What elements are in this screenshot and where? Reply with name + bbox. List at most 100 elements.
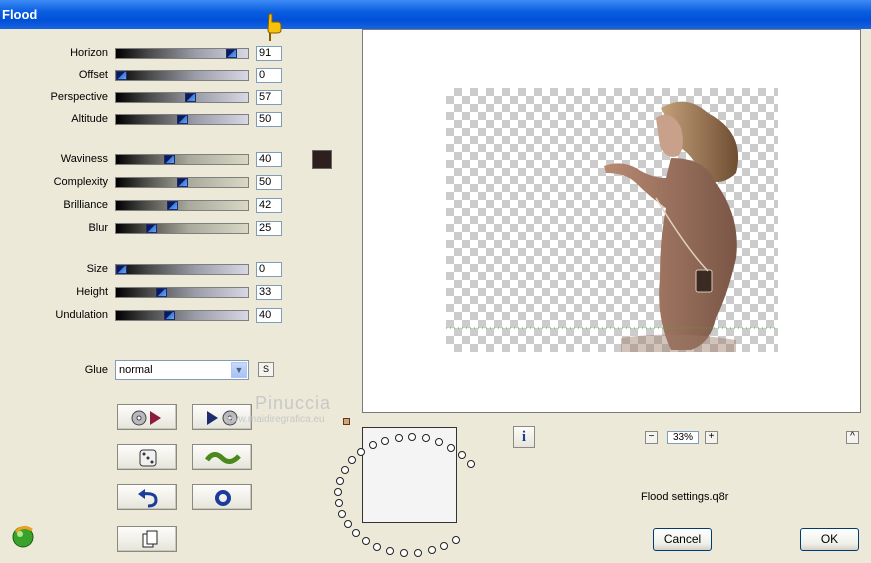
window-title: Flood [2,7,38,22]
ring-dot[interactable] [452,536,460,544]
waviness-label: Waviness [60,153,108,165]
ring-dot[interactable] [341,466,349,474]
ring-dot[interactable] [336,477,344,485]
ring-dot[interactable] [440,542,448,550]
settings-filename: Flood settings.q8r [641,491,729,503]
chevron-down-icon[interactable]: ▼ [231,362,247,378]
brilliance-value-field[interactable]: 42 [256,198,282,213]
perspective-slider-thumb[interactable] [185,93,196,102]
randomize-button[interactable] [117,444,177,470]
wave-button[interactable] [192,444,252,470]
zoom-level[interactable]: 33% [667,431,699,444]
complexity-slider[interactable] [115,177,249,188]
ring-dot[interactable] [422,434,430,442]
reset-button[interactable] [192,484,252,510]
undulation-value-field[interactable]: 40 [256,308,282,323]
undulation-label: Undulation [55,309,108,321]
waviness-slider-thumb[interactable] [164,155,175,164]
copy-pages-icon [142,530,158,548]
height-label: Height [76,286,108,298]
brilliance-slider-thumb[interactable] [167,201,178,210]
preview-figure [446,101,778,352]
altitude-slider[interactable] [115,114,249,125]
size-slider[interactable] [115,264,249,275]
ring-dot[interactable] [369,441,377,449]
height-slider[interactable] [115,287,249,298]
horizon-slider[interactable] [115,48,249,59]
undo-button[interactable] [117,484,177,510]
ring-dot[interactable] [467,460,475,468]
blur-slider-thumb[interactable] [146,224,157,233]
offset-slider-thumb[interactable] [116,71,127,80]
app-logo-icon [12,525,34,548]
cancel-button[interactable]: Cancel [653,528,712,551]
waviness-slider[interactable] [115,154,249,165]
blur-slider[interactable] [115,223,249,234]
ring-dot[interactable] [352,529,360,537]
ring-dot[interactable] [335,499,343,507]
watermark-name: Pinuccia [255,393,332,413]
altitude-label: Altitude [71,113,108,125]
copy-button[interactable] [117,526,177,552]
blur-label: Blur [88,222,108,234]
brilliance-label: Brilliance [63,199,108,211]
ring-dot[interactable] [400,549,408,557]
ok-button[interactable]: OK [800,528,859,551]
ring-dot[interactable] [395,434,403,442]
ring-dot[interactable] [381,437,389,445]
ring-dot[interactable] [357,448,365,456]
brilliance-slider[interactable] [115,200,249,211]
ring-dot[interactable] [414,549,422,557]
zoom-in-button[interactable]: + [705,431,718,444]
ring-dot[interactable] [362,537,370,545]
collapse-up-button[interactable]: ^ [846,431,859,444]
ring-dot[interactable] [447,444,455,452]
wave-color-swatch[interactable] [312,150,332,169]
offset-slider[interactable] [115,70,249,81]
ring-dot[interactable] [408,433,416,441]
perspective-value-field[interactable]: 57 [256,90,282,105]
undulation-slider[interactable] [115,310,249,321]
altitude-slider-thumb[interactable] [177,115,188,124]
title-bar[interactable]: Flood [0,0,871,29]
ring-dot[interactable] [435,438,443,446]
altitude-value-field[interactable]: 50 [256,112,282,127]
ring-dot[interactable] [344,520,352,528]
horizon-slider-thumb[interactable] [226,49,237,58]
preview-image [446,88,778,352]
complexity-slider-thumb[interactable] [177,178,188,187]
wave-icon [205,452,241,464]
waviness-value-field[interactable]: 40 [256,152,282,167]
ring-dot[interactable] [428,546,436,554]
zoom-out-button[interactable]: − [645,431,658,444]
perspective-label: Perspective [50,91,108,103]
ring-dot[interactable] [386,547,394,555]
complexity-value-field[interactable]: 50 [256,175,282,190]
preview-pane[interactable] [362,29,861,413]
height-value-field[interactable]: 33 [256,285,282,300]
filter-load-button[interactable] [117,404,177,430]
perspective-slider[interactable] [115,92,249,103]
ring-dot[interactable] [348,456,356,464]
offset-label: Offset [78,69,108,81]
ring-dot[interactable] [334,488,342,496]
dice-icon [139,449,157,467]
glue-s-button[interactable]: S [258,362,274,377]
height-slider-thumb[interactable] [156,288,167,297]
horizon-label: Horizon [70,47,108,59]
mini-marker-icon [343,418,350,425]
blur-value-field[interactable]: 25 [256,221,282,236]
glue-select[interactable]: normal ▼ [115,360,249,380]
horizon-value-field[interactable]: 91 [256,46,282,61]
ring-dot[interactable] [458,451,466,459]
size-label: Size [86,263,108,275]
size-value-field[interactable]: 0 [256,262,282,277]
ring-dot[interactable] [338,510,346,518]
disc-load-icon [131,410,161,426]
undulation-slider-thumb[interactable] [164,311,175,320]
info-button[interactable]: i [513,426,535,448]
offset-value-field[interactable]: 0 [256,68,282,83]
watermark-site: www.maidiregrafica.eu [224,414,325,425]
size-slider-thumb[interactable] [116,265,127,274]
ring-dot[interactable] [373,543,381,551]
